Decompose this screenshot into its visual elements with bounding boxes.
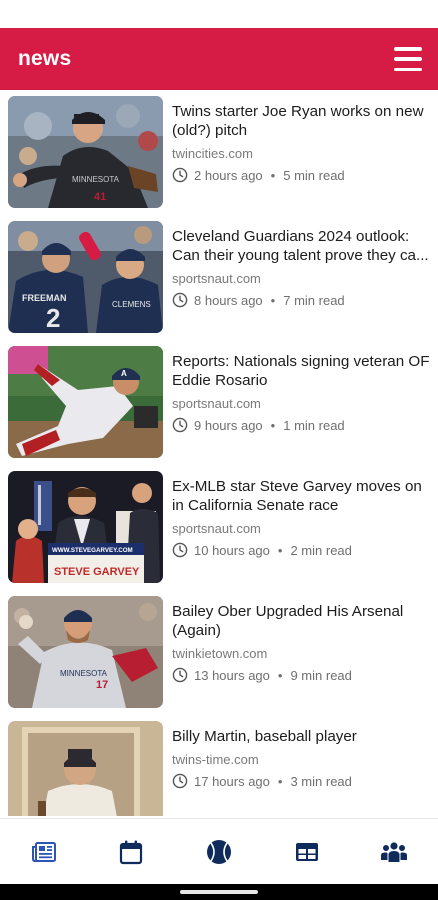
nav-schedule[interactable] — [109, 830, 153, 874]
article-read-time: 9 min read — [290, 667, 352, 683]
home-indicator[interactable] — [180, 890, 258, 894]
article-headline[interactable]: Billy Martin, baseball player — [172, 727, 430, 746]
clock-icon — [172, 417, 188, 433]
separator-dot: • — [270, 292, 276, 308]
article-meta: Reports: Nationals signing veteran OF Ed… — [163, 346, 430, 471]
app-title: news — [18, 47, 72, 70]
article-source: sportsnaut.com — [172, 521, 261, 536]
article-source: sportsnaut.com — [172, 271, 261, 286]
nav-roster[interactable] — [372, 830, 416, 874]
article-info: 17 hours ago • 3 min read — [172, 773, 430, 789]
article-thumbnail[interactable]: FREEMAN 2 CLEMENS — [8, 221, 163, 333]
jersey-text: MINNESOTA — [72, 175, 120, 184]
article-thumbnail-image: MINNESOTA 41 — [8, 96, 163, 208]
news-list-item[interactable]: Billy Martin, baseball player twins-time… — [0, 721, 438, 816]
article-thumbnail-image: MINNESOTA 17 — [8, 596, 163, 708]
article-thumbnail[interactable]: A — [8, 346, 163, 458]
jersey-number: 41 — [94, 191, 106, 203]
bottom-navigation — [0, 818, 438, 884]
article-time: 10 hours ago — [194, 542, 270, 558]
article-source: twins-time.com — [172, 752, 259, 767]
article-source: twincities.com — [172, 146, 253, 161]
article-info: 2 hours ago • 5 min read — [172, 167, 430, 183]
article-thumbnail-image: A — [8, 346, 163, 458]
article-headline[interactable]: Cleveland Guardians 2024 outlook: Can th… — [172, 227, 430, 265]
article-meta: Ex-MLB star Steve Garvey moves on in Cal… — [163, 471, 430, 596]
news-list-item[interactable]: WWW.STEVEGARVEY.COM STEVE GARVEY Ex-MLB … — [0, 471, 438, 596]
article-headline[interactable]: Bailey Ober Upgraded His Arsenal (Again) — [172, 602, 430, 640]
article-thumbnail[interactable] — [8, 721, 163, 816]
article-info: 13 hours ago • 9 min read — [172, 667, 430, 683]
article-thumbnail[interactable]: MINNESOTA 17 — [8, 596, 163, 708]
clock-icon — [172, 292, 188, 308]
article-meta: Bailey Ober Upgraded His Arsenal (Again)… — [163, 596, 430, 721]
article-time: 2 hours ago — [194, 167, 263, 183]
menu-icon-line — [394, 47, 422, 51]
article-read-time: 5 min read — [283, 167, 345, 183]
app-screen: news MINNESOTA 41 Twins starter Joe Ryan… — [0, 0, 438, 900]
cap-logo: A — [121, 369, 127, 378]
article-read-time: 7 min read — [283, 292, 345, 308]
status-bar — [0, 0, 438, 28]
baseball-icon — [206, 839, 231, 864]
news-list-item[interactable]: MINNESOTA 41 Twins starter Joe Ryan work… — [0, 96, 438, 221]
menu-icon[interactable] — [394, 47, 422, 71]
article-time: 8 hours ago — [194, 292, 263, 308]
article-meta: Billy Martin, baseball player twins-time… — [163, 721, 430, 816]
menu-icon-line — [394, 67, 422, 71]
article-time: 13 hours ago — [194, 667, 270, 683]
table-icon — [295, 842, 318, 861]
article-thumbnail-image: WWW.STEVEGARVEY.COM STEVE GARVEY — [8, 471, 163, 583]
article-source: sportsnaut.com — [172, 396, 261, 411]
article-thumbnail[interactable]: MINNESOTA 41 — [8, 96, 163, 208]
news-feed: MINNESOTA 41 Twins starter Joe Ryan work… — [0, 96, 438, 816]
clock-icon — [172, 773, 188, 789]
team-icon — [381, 841, 408, 862]
separator-dot: • — [270, 417, 276, 433]
nav-scores[interactable] — [197, 830, 241, 874]
news-list-item[interactable]: A Reports: Nationals signing veteran OF … — [0, 346, 438, 471]
calendar-icon — [120, 840, 143, 864]
jersey-text: MINNESOTA — [60, 669, 108, 678]
separator-dot: • — [277, 773, 283, 789]
jersey-text: FREEMAN — [22, 293, 67, 303]
article-time: 17 hours ago — [194, 773, 270, 789]
separator-dot: • — [277, 667, 283, 683]
article-time: 9 hours ago — [194, 417, 263, 433]
jersey-text-right: CLEMENS — [112, 300, 151, 309]
article-headline[interactable]: Twins starter Joe Ryan works on new (old… — [172, 102, 430, 140]
article-thumbnail-image: FREEMAN 2 CLEMENS — [8, 221, 163, 333]
separator-dot: • — [277, 542, 283, 558]
article-headline[interactable]: Ex-MLB star Steve Garvey moves on in Cal… — [172, 477, 430, 515]
article-info: 9 hours ago • 1 min read — [172, 417, 430, 433]
news-list-item[interactable]: MINNESOTA 17 Bailey Ober Upgraded His Ar… — [0, 596, 438, 721]
nav-news[interactable] — [22, 830, 66, 874]
newspaper-icon — [31, 841, 56, 862]
jersey-number: 17 — [96, 679, 108, 691]
separator-dot: • — [270, 167, 276, 183]
article-source: twinkietown.com — [172, 646, 268, 661]
nav-standings[interactable] — [285, 830, 329, 874]
article-meta: Twins starter Joe Ryan works on new (old… — [163, 96, 430, 221]
article-thumbnail[interactable]: WWW.STEVEGARVEY.COM STEVE GARVEY — [8, 471, 163, 583]
podium-sign: STEVE GARVEY — [54, 566, 140, 578]
clock-icon — [172, 167, 188, 183]
article-info: 10 hours ago • 2 min read — [172, 542, 430, 558]
article-thumbnail-image — [8, 721, 163, 816]
article-info: 8 hours ago • 7 min read — [172, 292, 430, 308]
podium-banner: WWW.STEVEGARVEY.COM — [52, 547, 133, 554]
menu-icon-line — [394, 57, 422, 61]
article-read-time: 3 min read — [290, 773, 352, 789]
article-read-time: 1 min read — [283, 417, 345, 433]
app-bar: news — [0, 28, 438, 90]
clock-icon — [172, 542, 188, 558]
article-read-time: 2 min read — [290, 542, 352, 558]
clock-icon — [172, 667, 188, 683]
jersey-number: 2 — [46, 303, 60, 333]
article-meta: Cleveland Guardians 2024 outlook: Can th… — [163, 221, 430, 346]
news-list-item[interactable]: FREEMAN 2 CLEMENS Cleveland Guardians 20… — [0, 221, 438, 346]
article-headline[interactable]: Reports: Nationals signing veteran OF Ed… — [172, 352, 430, 390]
system-gesture-bar — [0, 884, 438, 900]
